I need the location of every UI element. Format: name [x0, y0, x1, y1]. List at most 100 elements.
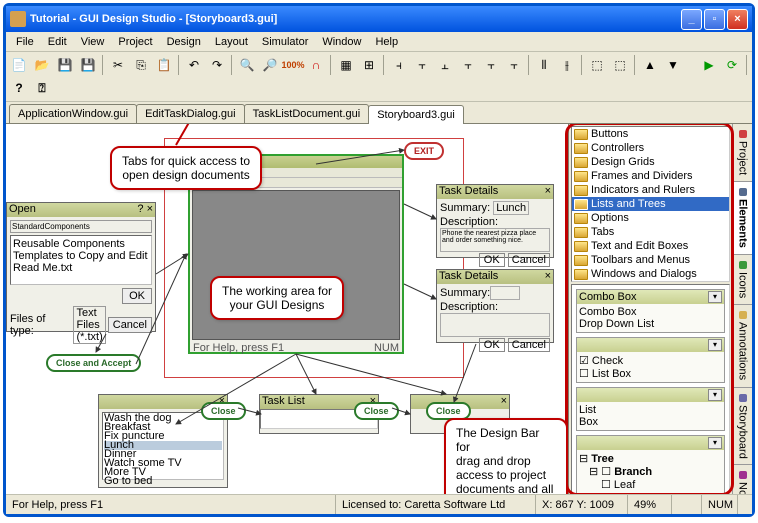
close-accept-node[interactable]: Close and Accept [46, 354, 141, 372]
context-help-icon[interactable]: ⍰ [31, 77, 53, 99]
folder-windows[interactable]: Windows and Dialogs [572, 267, 729, 281]
align-center-icon[interactable]: ⫟ [411, 54, 433, 76]
tab-application-window[interactable]: ApplicationWindow.gui [9, 104, 137, 123]
element-combo-box[interactable]: Combo Box▾ Combo Box Drop Down List [576, 289, 725, 333]
zoom-100-icon[interactable]: 100% [282, 54, 304, 76]
menu-design[interactable]: Design [160, 34, 208, 50]
side-tab-notes[interactable]: Notes [733, 465, 752, 494]
open-icon[interactable]: 📂 [31, 54, 53, 76]
side-tab-annotations[interactable]: Annotations [733, 305, 752, 387]
menu-layout[interactable]: Layout [208, 34, 255, 50]
folder-toolbars[interactable]: Toolbars and Menus [572, 253, 729, 267]
folder-buttons[interactable]: Buttons [572, 127, 729, 141]
zoom-in-icon[interactable]: 🔎 [259, 54, 281, 76]
statusbar: For Help, press F1 Licensed to: Caretta … [6, 494, 752, 514]
element-folders[interactable]: Buttons Controllers Design Grids Frames … [571, 126, 730, 282]
menu-file[interactable]: File [9, 34, 41, 50]
redo-icon[interactable]: ↷ [206, 54, 228, 76]
status-help: For Help, press F1 [6, 495, 336, 514]
help-icon[interactable]: ? [8, 77, 30, 99]
folder-tabs[interactable]: Tabs [572, 225, 729, 239]
folder-icon [574, 241, 588, 252]
mock-detail-1[interactable]: Task Details× Summary: Lunch Description… [436, 184, 554, 258]
folder-indicators[interactable]: Indicators and Rulers [572, 183, 729, 197]
mock-status-help: For Help, press F1 [193, 342, 284, 354]
design-canvas[interactable]: For Help, press F1 NUM EXIT Open? × Stan… [6, 124, 568, 494]
folder-icon [574, 213, 588, 224]
element-list[interactable]: ▾ List Box [576, 387, 725, 431]
folder-icon [574, 171, 588, 182]
align-top-icon[interactable]: ⫟ [457, 54, 479, 76]
element-tree[interactable]: ▾ ⊟ Tree ⊟ ☐ Branch ☐ Leaf ☐ Leaf [576, 435, 725, 494]
status-license: Licensed to: Caretta Software Ltd [336, 495, 536, 514]
side-tab-project[interactable]: Project [733, 124, 752, 182]
side-tab-elements[interactable]: Elements [733, 182, 752, 255]
diamond-icon [739, 188, 747, 196]
distribute-v-icon[interactable]: ⫲ [556, 54, 578, 76]
tab-task-list-document[interactable]: TaskListDocument.gui [244, 104, 370, 123]
side-tab-icons[interactable]: Icons [733, 255, 752, 305]
mock-ok-button: OK [122, 288, 152, 304]
folder-text-edit[interactable]: Text and Edit Boxes [572, 239, 729, 253]
maximize-button[interactable]: ▫ [704, 9, 725, 30]
folder-options[interactable]: Options [572, 211, 729, 225]
back-icon[interactable]: ▼ [662, 54, 684, 76]
run-icon[interactable]: ▶ [698, 54, 720, 76]
close-node-2[interactable]: Close [354, 402, 399, 420]
minimize-button[interactable]: _ [681, 9, 702, 30]
folder-icon [574, 199, 588, 210]
close-node-1[interactable]: Close [201, 402, 246, 420]
folder-icon [574, 227, 588, 238]
menu-view[interactable]: View [74, 34, 112, 50]
cut-icon[interactable]: ✂ [107, 54, 129, 76]
grid-icon[interactable]: ▦ [335, 54, 357, 76]
diamond-icon [739, 130, 747, 138]
dropdown-icon: ▾ [708, 339, 722, 351]
refresh-icon[interactable]: ⟳ [721, 54, 743, 76]
app-icon [10, 11, 26, 27]
element-check[interactable]: ▾ ☑ Check ☐ List Box [576, 337, 725, 383]
menu-window[interactable]: Window [315, 34, 368, 50]
diamond-icon [739, 394, 747, 402]
zoom-out-icon[interactable]: 🔍 [236, 54, 258, 76]
align-middle-icon[interactable]: ⫟ [480, 54, 502, 76]
ungroup-icon[interactable]: ⬚ [609, 54, 631, 76]
exit-node[interactable]: EXIT [404, 142, 444, 160]
mock-detail-2[interactable]: Task Details× Summary: Description: OK C… [436, 269, 554, 343]
align-left-icon[interactable]: ⫞ [388, 54, 410, 76]
paste-icon[interactable]: 📋 [153, 54, 175, 76]
menu-project[interactable]: Project [111, 34, 159, 50]
menu-simulator[interactable]: Simulator [255, 34, 315, 50]
menu-edit[interactable]: Edit [41, 34, 74, 50]
front-icon[interactable]: ▲ [639, 54, 661, 76]
folder-lists-trees[interactable]: Lists and Trees [572, 197, 729, 211]
tab-edit-task-dialog[interactable]: EditTaskDialog.gui [136, 104, 245, 123]
main-area: For Help, press F1 NUM EXIT Open? × Stan… [6, 124, 752, 494]
toolbar: 📄 📂 💾 💾 ✂ ⎘ 📋 ↶ ↷ 🔍 🔎 100% ∩ ▦ ⊞ ⫞ ⫟ ⫠ ⫟… [6, 52, 752, 102]
side-tab-storyboard[interactable]: Storyboard [733, 388, 752, 466]
menu-help[interactable]: Help [368, 34, 405, 50]
distribute-h-icon[interactable]: ⫴ [533, 54, 555, 76]
callout-work: The working area for your GUI Designs [210, 276, 344, 320]
dropdown-icon: ▾ [708, 389, 722, 401]
close-button[interactable]: × [727, 9, 748, 30]
save-all-icon[interactable]: 💾 [77, 54, 99, 76]
folder-frames[interactable]: Frames and Dividers [572, 169, 729, 183]
snap-icon[interactable]: ⊞ [358, 54, 380, 76]
mock-status-right: NUM [374, 342, 399, 354]
undo-icon[interactable]: ↶ [183, 54, 205, 76]
folder-design-grids[interactable]: Design Grids [572, 155, 729, 169]
element-palette[interactable]: Combo Box▾ Combo Box Drop Down List ▾ ☑ … [571, 284, 730, 494]
group-icon[interactable]: ⬚ [586, 54, 608, 76]
folder-icon [574, 157, 588, 168]
align-right-icon[interactable]: ⫠ [434, 54, 456, 76]
tab-storyboard3[interactable]: Storyboard3.gui [368, 105, 464, 124]
magnet-icon[interactable]: ∩ [305, 54, 327, 76]
copy-icon[interactable]: ⎘ [130, 54, 152, 76]
save-icon[interactable]: 💾 [54, 54, 76, 76]
mock-open-dialog[interactable]: Open? × StandardComponents Reusable Comp… [6, 202, 156, 332]
new-icon[interactable]: 📄 [8, 54, 30, 76]
align-bottom-icon[interactable]: ⫟ [503, 54, 525, 76]
folder-controllers[interactable]: Controllers [572, 141, 729, 155]
document-tabs: ApplicationWindow.gui EditTaskDialog.gui… [6, 102, 752, 124]
